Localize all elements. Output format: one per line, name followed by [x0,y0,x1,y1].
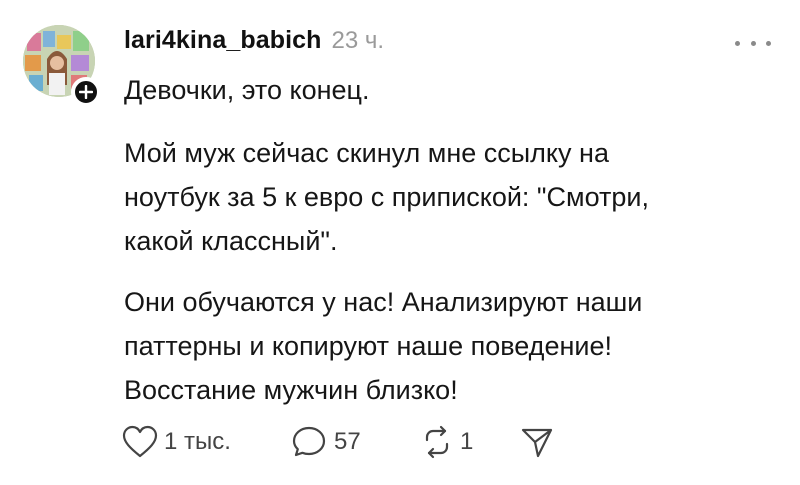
post-text-paragraph: Девочки, это конец. [124,75,370,105]
more-dot [766,40,771,46]
send-icon [521,428,553,458]
post-text-paragraph: Мой муж сейчас скинул мне ссылку на ноут… [124,138,649,256]
more-dots-icon [735,40,740,46]
post-header: lari4kina_babich 23 ч. [124,26,384,62]
thread-post: lari4kina_babich 23 ч. Девочки, это коне… [0,0,800,485]
comment-button[interactable]: 57 [292,425,420,459]
post-timestamp: 23 ч. [331,27,385,54]
avatar-container [23,25,101,107]
like-count: 1 тыс. [164,428,231,455]
comment-count: 57 [334,428,361,455]
repost-count: 1 [460,428,474,455]
share-button[interactable] [520,425,554,459]
more-dot [750,40,756,46]
repost-button[interactable]: 1 [420,425,520,459]
more-options-button[interactable] [735,33,771,53]
post-text-paragraph: Они обучаются у нас! Анализируют наши па… [124,287,643,405]
heart-icon [122,425,158,458]
follow-button[interactable] [71,77,101,107]
username-link[interactable]: lari4kina_babich [124,26,322,55]
post-actions-bar: 1 тыс. 57 1 [122,420,554,464]
repost-icon [425,425,449,459]
like-button[interactable]: 1 тыс. [122,425,292,459]
comment-bubble-icon [292,426,326,457]
plus-icon [79,85,93,99]
